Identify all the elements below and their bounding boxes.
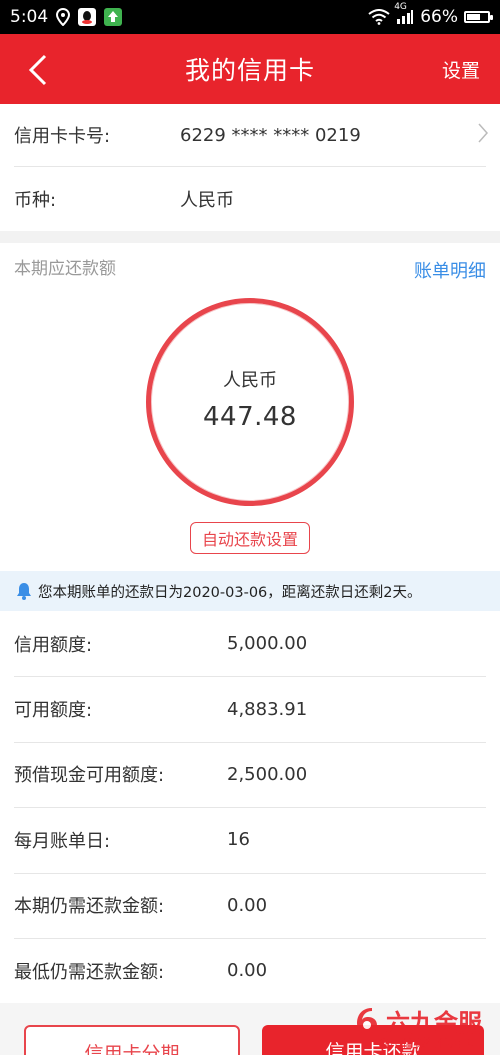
detail-value: 4,883.91 [227, 698, 308, 720]
status-bar: 5:04 4G 66% [0, 0, 500, 34]
statement-title: 本期应还款额 [14, 259, 116, 279]
installment-button[interactable]: 信用卡分期 [24, 1025, 240, 1055]
detail-label: 每月账单日: [14, 830, 111, 852]
location-icon [56, 8, 71, 26]
detail-value: 0.00 [227, 894, 268, 916]
chevron-left-icon [28, 54, 47, 86]
section-gap [0, 231, 500, 243]
qq-app-icon [78, 8, 97, 26]
upload-icon [104, 8, 123, 26]
detail-label: 信用额度: [14, 634, 93, 656]
repay-notice-text: 您本期账单的还款日为2020-03-06，距离还款日还剩2天。 [38, 584, 422, 601]
bill-detail-link[interactable]: 账单明细 [414, 257, 486, 283]
detail-row: 本期仍需还款金额: 0.00 [0, 873, 500, 938]
signal-4g-icon: 4G [394, 2, 414, 25]
detail-row: 最低仍需还款金额: 0.00 [0, 938, 500, 1003]
amount-due: 447.48 [203, 402, 297, 432]
detail-value: 2,500.00 [227, 763, 308, 785]
detail-row: 可用额度: 4,883.91 [0, 676, 500, 741]
detail-row: 信用额度: 5,000.00 [0, 611, 500, 676]
detail-value: 16 [227, 829, 250, 851]
app-header: 我的信用卡 设置 [0, 34, 500, 104]
battery-icon [464, 11, 493, 23]
settings-button[interactable]: 设置 [442, 56, 480, 83]
detail-value: 0.00 [227, 960, 268, 982]
auto-repay-settings-button[interactable]: 自动还款设置 [190, 522, 310, 554]
chevron-right-icon [478, 123, 489, 148]
watermark-brand: 六九金服 [386, 1009, 482, 1037]
repay-notice-bar: 您本期账单的还款日为2020-03-06，距离还款日还剩2天。 [0, 571, 500, 611]
detail-label: 可用额度: [14, 700, 93, 722]
currency-value: 人民币 [180, 190, 234, 211]
card-number-row[interactable]: 信用卡卡号: 6229 **** **** 0219 [0, 104, 500, 166]
back-button[interactable] [18, 50, 58, 90]
detail-value: 5,000.00 [227, 633, 308, 655]
detail-label: 预借现金可用额度: [14, 765, 165, 787]
amount-currency: 人民币 [223, 370, 277, 391]
page-title: 我的信用卡 [184, 56, 315, 85]
wifi-icon [368, 9, 390, 25]
detail-row: 每月账单日: 16 [0, 807, 500, 872]
detail-row: 预借现金可用额度: 2,500.00 [0, 742, 500, 807]
bell-icon [14, 581, 34, 601]
watermark-logo: 六九金服 [354, 1003, 482, 1038]
currency-label: 币种: [14, 190, 57, 211]
currency-row: 币种: 人民币 [0, 167, 500, 231]
watermark-sub: @中信银行信用卡 [377, 1036, 474, 1050]
card-number-value: 6229 **** **** 0219 [180, 124, 361, 146]
battery-percent: 66% [420, 7, 458, 27]
network-label: 4G [394, 2, 407, 12]
detail-label: 最低仍需还款金额: [14, 961, 165, 983]
detail-label: 本期仍需还款金额: [14, 896, 165, 918]
status-time: 5:04 [10, 7, 49, 27]
amount-circle: 人民币 447.48 [146, 298, 354, 506]
card-number-label: 信用卡卡号: [14, 126, 111, 147]
watermark-emblem-icon [357, 1007, 377, 1034]
